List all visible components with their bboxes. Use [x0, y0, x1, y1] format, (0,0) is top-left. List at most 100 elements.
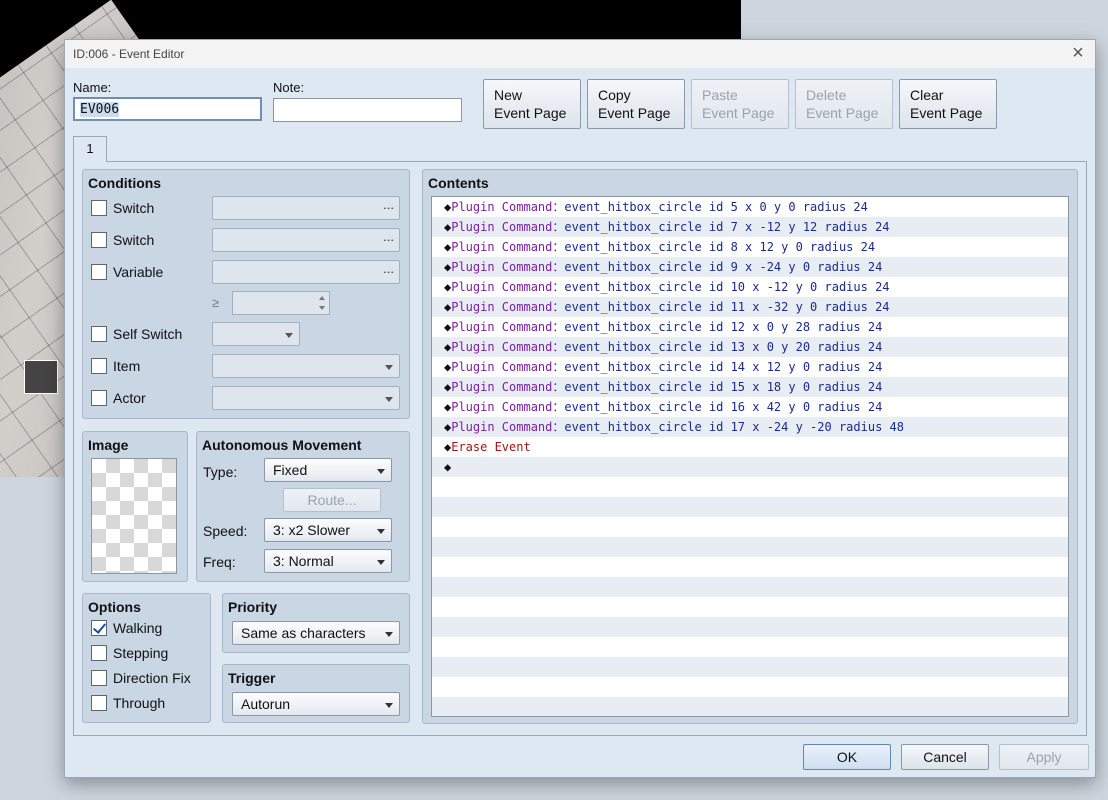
priority-dropdown[interactable]: Same as characters — [232, 621, 400, 645]
self-switch-checkbox[interactable] — [91, 326, 107, 342]
name-input[interactable]: EV006 — [73, 97, 262, 121]
stepper-up-icon[interactable] — [319, 296, 325, 300]
route-button[interactable]: Route... — [283, 488, 381, 512]
page-button-line1: Copy — [598, 87, 631, 103]
switch1-row: Switch — [91, 200, 154, 216]
command-list[interactable]: ◆Plugin Command：event_hitbox_circle id 5… — [431, 196, 1069, 717]
option-checkbox[interactable] — [91, 645, 107, 661]
command-row[interactable]: ◆Plugin Command：event_hitbox_circle id 5… — [432, 197, 1068, 217]
copy-event-page-button[interactable]: Copy Event Page — [587, 79, 685, 129]
freq-value: 3: Normal — [273, 553, 334, 569]
variable-value-stepper[interactable] — [232, 291, 330, 315]
actor-dropdown[interactable] — [212, 386, 400, 410]
clear-event-page-button[interactable]: Clear Event Page — [899, 79, 997, 129]
image-title: Image — [88, 437, 129, 453]
speed-dropdown[interactable]: 3: x2 Slower — [264, 518, 392, 542]
chevron-down-icon — [285, 333, 293, 338]
command-row[interactable]: ◆Plugin Command：event_hitbox_circle id 7… — [432, 217, 1068, 237]
trigger-dropdown[interactable]: Autorun — [232, 692, 400, 716]
priority-title: Priority — [228, 599, 278, 615]
command-row[interactable]: ◆Plugin Command：event_hitbox_circle id 1… — [432, 397, 1068, 417]
command-row[interactable]: ◆Plugin Command：event_hitbox_circle id 1… — [432, 417, 1068, 437]
new-event-page-button[interactable]: New Event Page — [483, 79, 581, 129]
empty-row — [432, 637, 1068, 657]
stepper-down-icon[interactable] — [319, 306, 325, 310]
movement-title: Autonomous Movement — [202, 437, 362, 453]
command-separator: ： — [552, 300, 565, 314]
gte-symbol: ≥ — [212, 295, 220, 310]
command-row[interactable]: ◆Erase Event — [432, 437, 1068, 457]
switch2-checkbox[interactable] — [91, 232, 107, 248]
tab-page-1[interactable]: 1 — [73, 136, 107, 162]
empty-row — [432, 677, 1068, 697]
image-panel: Image — [82, 431, 188, 582]
actor-checkbox[interactable] — [91, 390, 107, 406]
options-panel: Options Walking Stepping Direction Fix Thro… — [82, 593, 211, 723]
option-checkbox[interactable] — [91, 670, 107, 686]
empty-row — [432, 517, 1068, 537]
self-switch-label: Self Switch — [113, 326, 183, 342]
switch1-selector[interactable]: ... — [212, 196, 400, 220]
command-kind: Plugin Command — [451, 380, 553, 394]
page-button-line2: Event Page — [702, 105, 775, 121]
chevron-down-icon — [385, 632, 393, 637]
type-label: Type: — [203, 464, 238, 480]
ok-button[interactable]: OK — [803, 744, 891, 770]
command-args: event_hitbox_circle id 12 x 0 y 28 radiu… — [564, 320, 883, 334]
command-row[interactable]: ◆Plugin Command：event_hitbox_circle id 9… — [432, 257, 1068, 277]
movement-panel: Autonomous Movement Type: Fixed Route...… — [196, 431, 410, 582]
command-args: event_hitbox_circle id 7 x -12 y 12 radi… — [564, 220, 890, 234]
command-separator: ： — [552, 220, 565, 234]
empty-row — [432, 537, 1068, 557]
switch2-selector[interactable]: ... — [212, 228, 400, 252]
cancel-button[interactable]: Cancel — [901, 744, 989, 770]
command-row[interactable]: ◆Plugin Command：event_hitbox_circle id 1… — [432, 337, 1068, 357]
note-input[interactable] — [273, 98, 462, 122]
empty-row — [432, 477, 1068, 497]
command-kind: Erase Event — [451, 440, 531, 454]
contents-title: Contents — [428, 175, 489, 191]
command-separator: ： — [552, 240, 565, 254]
delete-event-page-button[interactable]: Delete Event Page — [795, 79, 893, 129]
priority-panel: Priority Same as characters — [222, 593, 410, 653]
option-checkbox[interactable] — [91, 620, 107, 636]
item-dropdown[interactable] — [212, 354, 400, 378]
paste-event-page-button[interactable]: Paste Event Page — [691, 79, 789, 129]
trigger-title: Trigger — [228, 670, 276, 686]
close-icon[interactable]: × — [1067, 43, 1089, 65]
item-row: Item — [91, 358, 140, 374]
command-row[interactable]: ◆Plugin Command：event_hitbox_circle id 1… — [432, 297, 1068, 317]
type-dropdown[interactable]: Fixed — [264, 458, 392, 482]
conditions-title: Conditions — [88, 175, 162, 191]
command-separator: ： — [552, 360, 565, 374]
command-args: event_hitbox_circle id 8 x 12 y 0 radius… — [564, 240, 876, 254]
command-row-empty[interactable]: ◆ — [432, 457, 1068, 477]
command-row[interactable]: ◆Plugin Command：event_hitbox_circle id 1… — [432, 277, 1068, 297]
empty-row — [432, 657, 1068, 677]
command-row[interactable]: ◆Plugin Command：event_hitbox_circle id 1… — [432, 377, 1068, 397]
option-checkbox[interactable] — [91, 695, 107, 711]
command-kind: Plugin Command — [451, 320, 553, 334]
option-label: Through — [113, 695, 166, 711]
option-row: Stepping — [91, 645, 168, 661]
command-separator: ： — [552, 380, 565, 394]
command-separator: ： — [552, 420, 565, 434]
freq-dropdown[interactable]: 3: Normal — [264, 549, 392, 573]
self-switch-dropdown[interactable] — [212, 322, 300, 346]
apply-button[interactable]: Apply — [999, 744, 1089, 770]
image-preview[interactable] — [91, 458, 177, 574]
command-row[interactable]: ◆Plugin Command：event_hitbox_circle id 1… — [432, 317, 1068, 337]
conditions-panel: Conditions Switch ... Switch ... Variabl… — [82, 169, 410, 419]
variable-selector[interactable]: ... — [212, 260, 400, 284]
command-row[interactable]: ◆Plugin Command：event_hitbox_circle id 1… — [432, 357, 1068, 377]
variable-checkbox[interactable] — [91, 264, 107, 280]
command-row[interactable]: ◆Plugin Command：event_hitbox_circle id 8… — [432, 237, 1068, 257]
speed-value: 3: x2 Slower — [273, 522, 351, 538]
item-checkbox[interactable] — [91, 358, 107, 374]
options-title: Options — [88, 599, 141, 615]
page-button-line2: Event Page — [806, 105, 879, 121]
variable-label: Variable — [113, 264, 164, 280]
switch1-checkbox[interactable] — [91, 200, 107, 216]
name-label: Name: — [73, 80, 112, 95]
switch1-ellipsis: ... — [383, 197, 394, 212]
